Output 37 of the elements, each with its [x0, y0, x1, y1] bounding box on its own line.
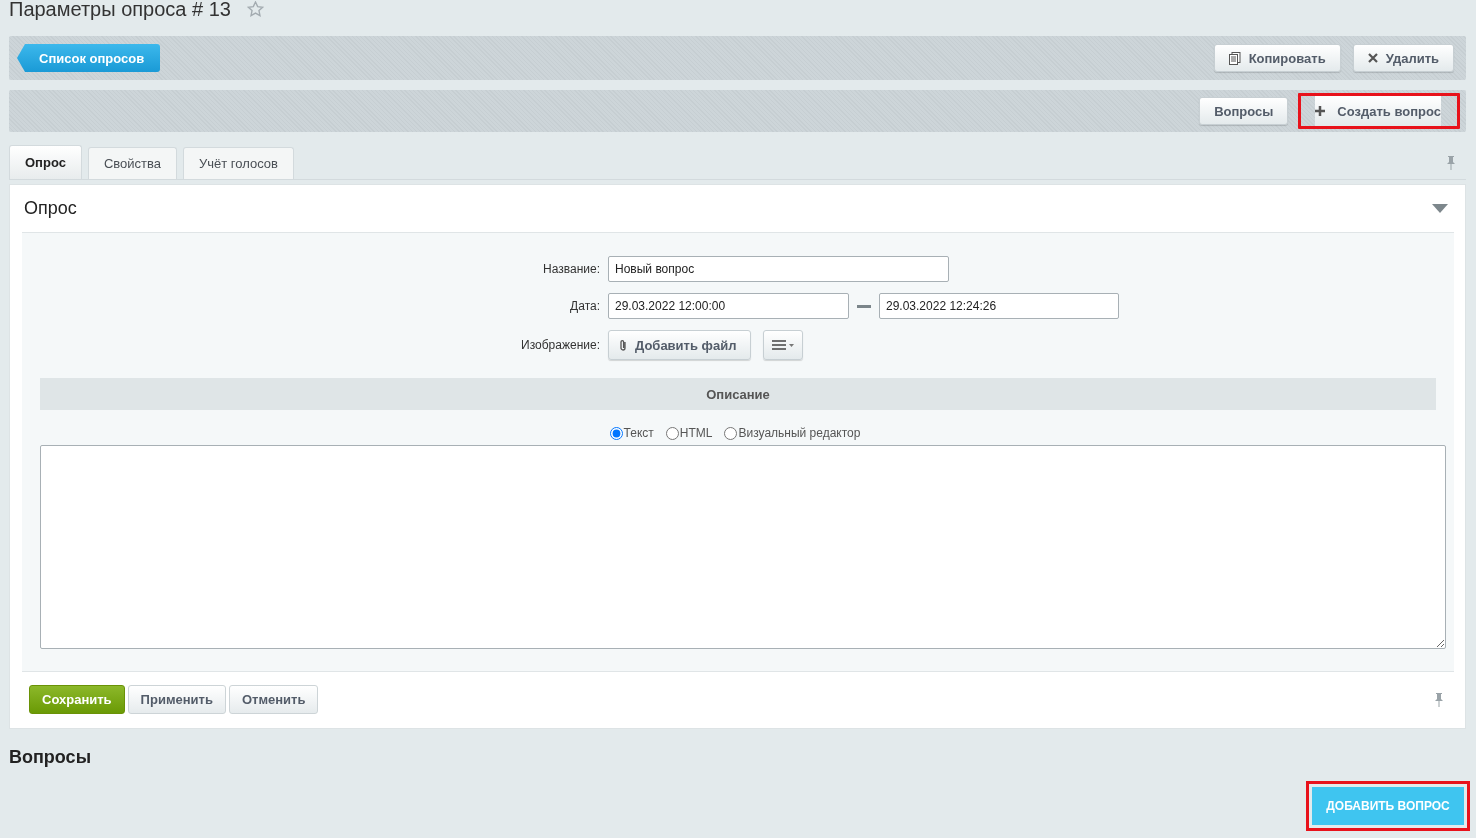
- copy-icon: [1228, 51, 1241, 65]
- description-title: Описание: [706, 386, 770, 402]
- paperclip-icon: [619, 338, 627, 352]
- range-dash: [857, 304, 871, 308]
- tab[interactable]: Опрос: [9, 145, 82, 179]
- radio-option[interactable]: Текст: [609, 426, 654, 440]
- radio-button[interactable]: [665, 426, 679, 440]
- toolbar-button[interactable]: Копировать: [1213, 44, 1341, 72]
- tab[interactable]: Свойства: [87, 147, 177, 179]
- radio-option[interactable]: HTML: [665, 426, 713, 440]
- tab[interactable]: Учёт голосов: [183, 147, 294, 179]
- toolbar-button[interactable]: Вопросы: [1199, 97, 1289, 125]
- questions-title: Вопросы: [9, 747, 92, 768]
- section-title: Опрос: [23, 198, 77, 219]
- star-icon[interactable]: [247, 1, 264, 17]
- action-button[interactable]: Применить: [127, 685, 226, 714]
- menu-button[interactable]: [763, 330, 804, 360]
- input-field[interactable]: Новый вопрос: [608, 256, 949, 282]
- plus-icon: [1315, 106, 1326, 116]
- date-field[interactable]: 29.03.2022 12:24:26: [879, 293, 1119, 319]
- close-icon: [1367, 53, 1378, 63]
- field-label: Название:: [542, 262, 600, 276]
- field-label: Дата:: [569, 299, 600, 313]
- toolbar-button[interactable]: Удалить: [1352, 44, 1454, 72]
- action-button[interactable]: Отменить: [228, 685, 319, 714]
- pin-icon[interactable]: [1446, 155, 1456, 170]
- toolbar-button[interactable]: Создать вопрос: [1298, 93, 1460, 129]
- radio-option[interactable]: Визуальный редактор: [724, 426, 861, 440]
- radio-button[interactable]: [609, 426, 623, 440]
- field-label: Изображение:: [520, 338, 600, 352]
- radio-button[interactable]: [724, 426, 738, 440]
- pin-icon[interactable]: [1434, 692, 1444, 707]
- add-file-button[interactable]: Добавить файл: [608, 330, 752, 360]
- caret-icon[interactable]: [1432, 204, 1448, 213]
- date-field[interactable]: 29.03.2022 12:00:00: [608, 293, 849, 319]
- menu-icon: [772, 340, 795, 350]
- page-title: Параметры опроса # 13: [9, 0, 231, 21]
